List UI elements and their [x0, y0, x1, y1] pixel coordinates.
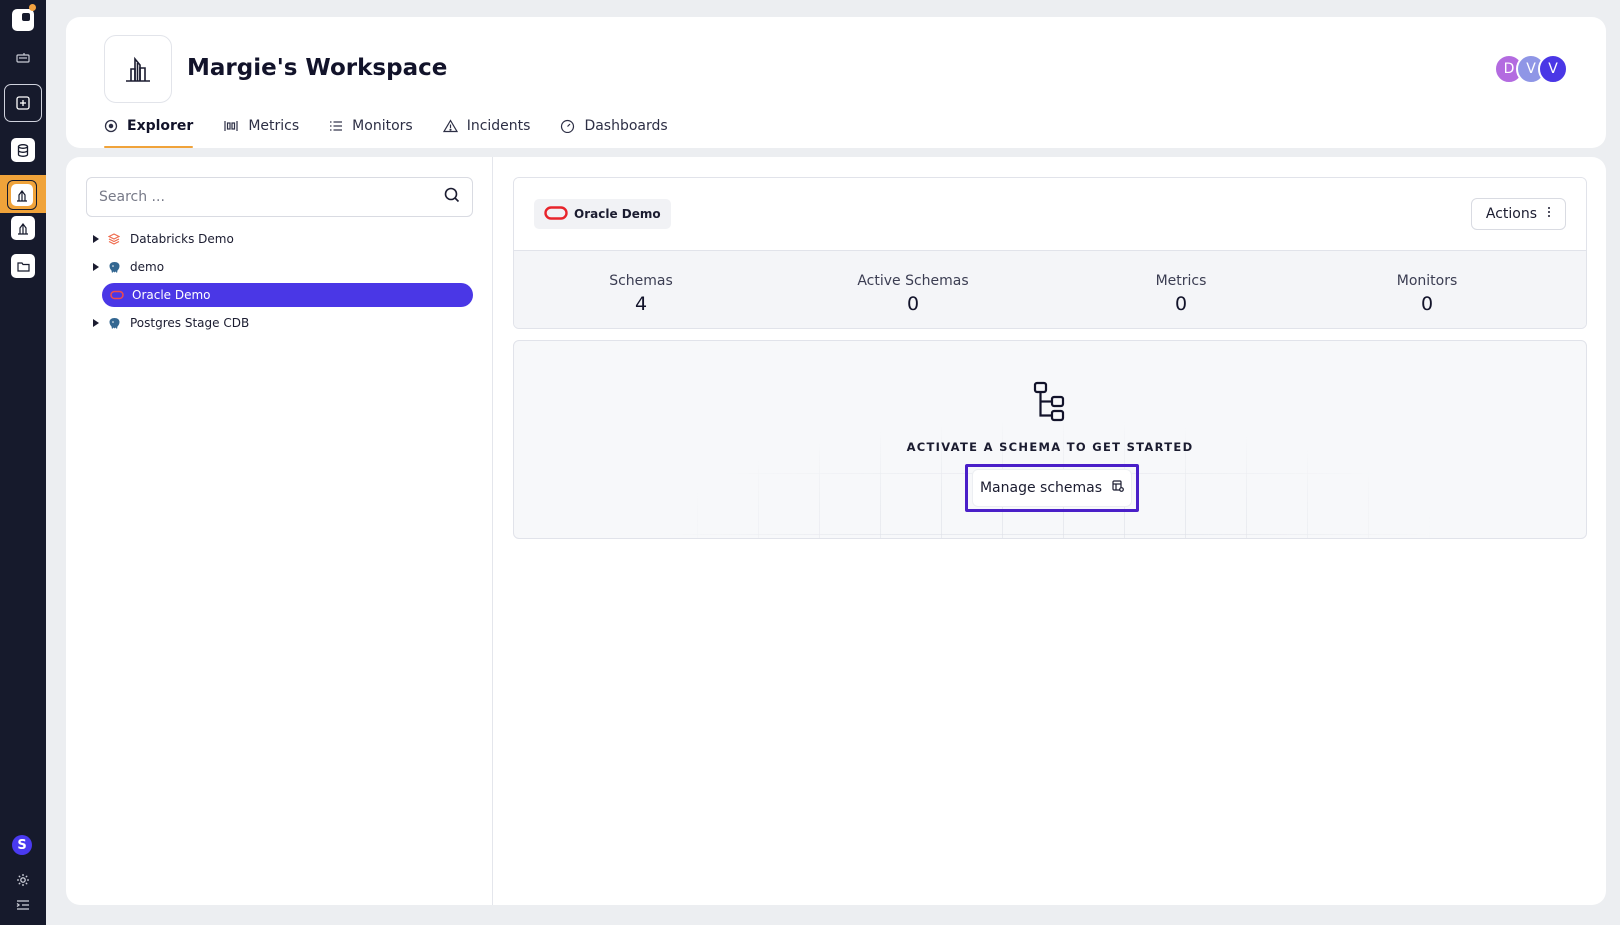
- tab-label: Explorer: [127, 118, 194, 134]
- stat-active-schemas: Active Schemas 0: [857, 273, 968, 315]
- caret-right-icon[interactable]: [88, 231, 104, 247]
- tree-item-databricks-demo[interactable]: Databricks Demo: [86, 227, 473, 251]
- keyboard-icon[interactable]: [9, 44, 37, 72]
- tab-incidents[interactable]: Incidents: [442, 118, 531, 148]
- source-name: Oracle Demo: [574, 207, 661, 221]
- stat-schemas: Schemas 4: [609, 273, 673, 315]
- stat-value: 0: [1174, 293, 1188, 315]
- panel-divider: [492, 157, 493, 905]
- postgres-icon: [108, 261, 124, 274]
- list-icon: [329, 118, 343, 137]
- tree-item-label: Databricks Demo: [130, 232, 234, 246]
- tab-label: Monitors: [352, 118, 413, 134]
- source-summary-card: Oracle Demo Actions Schemas 4 Active Sch…: [513, 177, 1587, 329]
- postgres-icon: [108, 317, 124, 330]
- collapse-icon[interactable]: [9, 891, 37, 919]
- tree-item-label: Oracle Demo: [132, 288, 211, 302]
- notification-dot: [29, 4, 36, 11]
- stat-label: Active Schemas: [857, 273, 969, 289]
- more-vertical-icon: [1547, 206, 1551, 222]
- folder-icon[interactable]: [9, 252, 37, 280]
- workspace-alt-icon[interactable]: [9, 214, 37, 242]
- caret-right-icon[interactable]: [88, 315, 104, 331]
- tab-explorer[interactable]: Explorer: [104, 118, 194, 148]
- tree-item-label: demo: [130, 260, 165, 274]
- workspace-rail-icon[interactable]: [7, 180, 37, 210]
- oracle-icon: [544, 205, 568, 223]
- summary-header: Oracle Demo Actions: [514, 178, 1586, 251]
- database-icon[interactable]: [9, 136, 37, 164]
- warning-icon: [442, 118, 458, 137]
- tab-monitors[interactable]: Monitors: [329, 118, 413, 148]
- workspace-title: Margie's Workspace: [187, 55, 448, 81]
- tab-metrics[interactable]: Metrics: [223, 118, 299, 148]
- search-icon[interactable]: [444, 187, 460, 207]
- tree-item-postgres-stage-cdb[interactable]: Postgres Stage CDB: [86, 311, 473, 335]
- main-panel: Databricks Demo demo Oracle Demo: [66, 157, 1606, 905]
- empty-state-message: ACTIVATE A SCHEMA TO GET STARTED: [906, 440, 1194, 454]
- stats-row: Schemas 4 Active Schemas 0 Metrics 0 Mon…: [514, 251, 1586, 328]
- stat-label: Monitors: [1396, 273, 1458, 289]
- tree-item-demo[interactable]: demo: [86, 255, 473, 279]
- search-box[interactable]: [86, 177, 473, 217]
- avatar[interactable]: V: [1538, 54, 1568, 84]
- manage-schemas-button[interactable]: Manage schemas: [972, 469, 1132, 507]
- workspace-tabs: Explorer Metrics Monitors Incidents Dash…: [104, 118, 698, 148]
- stat-value: 4: [634, 293, 648, 315]
- manage-schemas-label: Manage schemas: [979, 480, 1103, 496]
- databricks-icon: [108, 233, 124, 245]
- search-input[interactable]: [99, 189, 444, 205]
- actions-button[interactable]: Actions: [1470, 198, 1566, 230]
- workspace-header: Margie's Workspace D V V Explorer Metric…: [66, 17, 1606, 148]
- caret-right-icon[interactable]: [88, 259, 104, 275]
- gauge-icon: [560, 118, 575, 137]
- actions-label: Actions: [1485, 206, 1537, 222]
- rail-add-button[interactable]: [4, 84, 42, 122]
- tab-label: Incidents: [466, 118, 531, 134]
- table-settings-icon: [1112, 480, 1124, 496]
- empty-state: ACTIVATE A SCHEMA TO GET STARTED Manage …: [513, 340, 1587, 539]
- stat-label: Schemas: [609, 273, 673, 289]
- member-avatars[interactable]: D V V: [1494, 54, 1568, 84]
- tree-item-label: Postgres Stage CDB: [130, 316, 250, 330]
- stat-label: Metrics: [1155, 273, 1207, 289]
- stat-value: 0: [1420, 293, 1434, 315]
- stat-monitors: Monitors 0: [1397, 273, 1458, 315]
- metrics-icon: [223, 118, 239, 137]
- source-tree: Databricks Demo demo Oracle Demo Postgre…: [86, 227, 473, 339]
- stat-metrics: Metrics 0: [1156, 273, 1207, 315]
- tab-label: Dashboards: [584, 118, 668, 134]
- tree-item-oracle-demo[interactable]: Oracle Demo: [102, 283, 473, 307]
- tab-dashboards[interactable]: Dashboards: [560, 118, 668, 148]
- oracle-icon: [110, 290, 126, 300]
- stat-value: 0: [906, 293, 920, 315]
- source-chip: Oracle Demo: [534, 199, 671, 229]
- settings-icon[interactable]: [9, 866, 37, 894]
- user-badge[interactable]: S: [12, 835, 32, 855]
- workspace-logo: [104, 35, 172, 103]
- left-rail: S: [0, 0, 46, 925]
- schema-tree-icon: [1032, 381, 1068, 427]
- explorer-icon: [104, 118, 118, 137]
- tab-label: Metrics: [248, 118, 300, 134]
